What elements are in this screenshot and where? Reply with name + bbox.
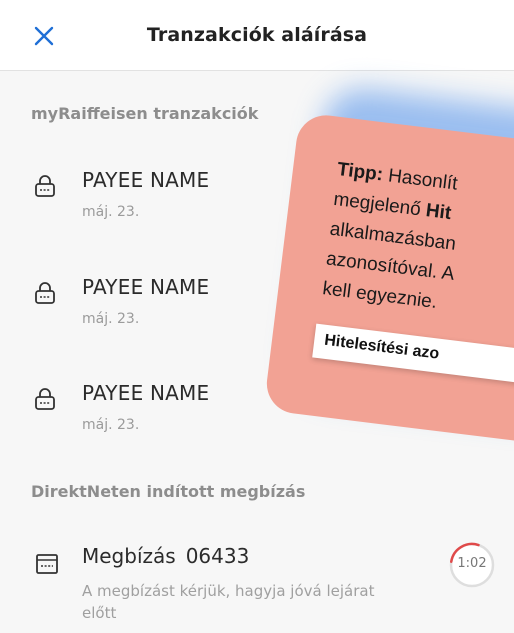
transaction-name: PAYEE NAME: [82, 275, 210, 299]
timer-value: 1:02: [457, 556, 487, 571]
tip-line-2: megjelenő: [332, 188, 428, 221]
order-description: A megbízást kérjük, hagyja jóvá lejárat …: [82, 582, 375, 622]
lock-icon: [35, 282, 55, 304]
order-id: 06433: [185, 544, 250, 568]
tip-chip-label: Hitelesítési azo: [323, 331, 441, 363]
tip-lead: Tipp:: [335, 159, 385, 186]
section-label-myraiffeisen: myRaiffeisen tranzakciók: [31, 104, 259, 123]
tip-line-5: kell egyeznie.: [321, 278, 439, 314]
tip-line-1: Hasonlít: [381, 164, 459, 195]
lock-icon: [35, 388, 55, 410]
tip-line-4: azonosítóval. A: [325, 248, 456, 285]
transaction-date: máj. 23.: [82, 311, 140, 327]
transaction-name: PAYEE NAME: [82, 381, 210, 405]
section-label-direktnet: DirektNeten indított megbízás: [31, 482, 306, 501]
tip-callout: Tipp: Hasonlít megjelenő Hit alkalmazásb…: [263, 112, 514, 447]
tip-line-2-bold: Hit: [424, 200, 453, 225]
tip-chip: Hitelesítési azo: [312, 323, 514, 390]
transaction-name: PAYEE NAME: [82, 168, 210, 192]
order-label: Megbízás: [82, 544, 176, 568]
tip-text: Tipp: Hasonlít megjelenő Hit alkalmazásb…: [321, 155, 514, 333]
tip-line-3: alkalmazásban: [328, 218, 458, 255]
transaction-date: máj. 23.: [82, 204, 140, 220]
terminal-icon: [36, 554, 58, 574]
order-title: Megbízás 06433: [82, 544, 249, 568]
screen: Tranzakciók aláírása myRaiffeisen tranza…: [0, 0, 514, 633]
page-title: Tranzakciók aláírása: [146, 24, 368, 46]
header: Tranzakciók aláírása: [0, 0, 514, 71]
lock-icon: [35, 175, 55, 197]
transaction-date: máj. 23.: [82, 417, 140, 433]
